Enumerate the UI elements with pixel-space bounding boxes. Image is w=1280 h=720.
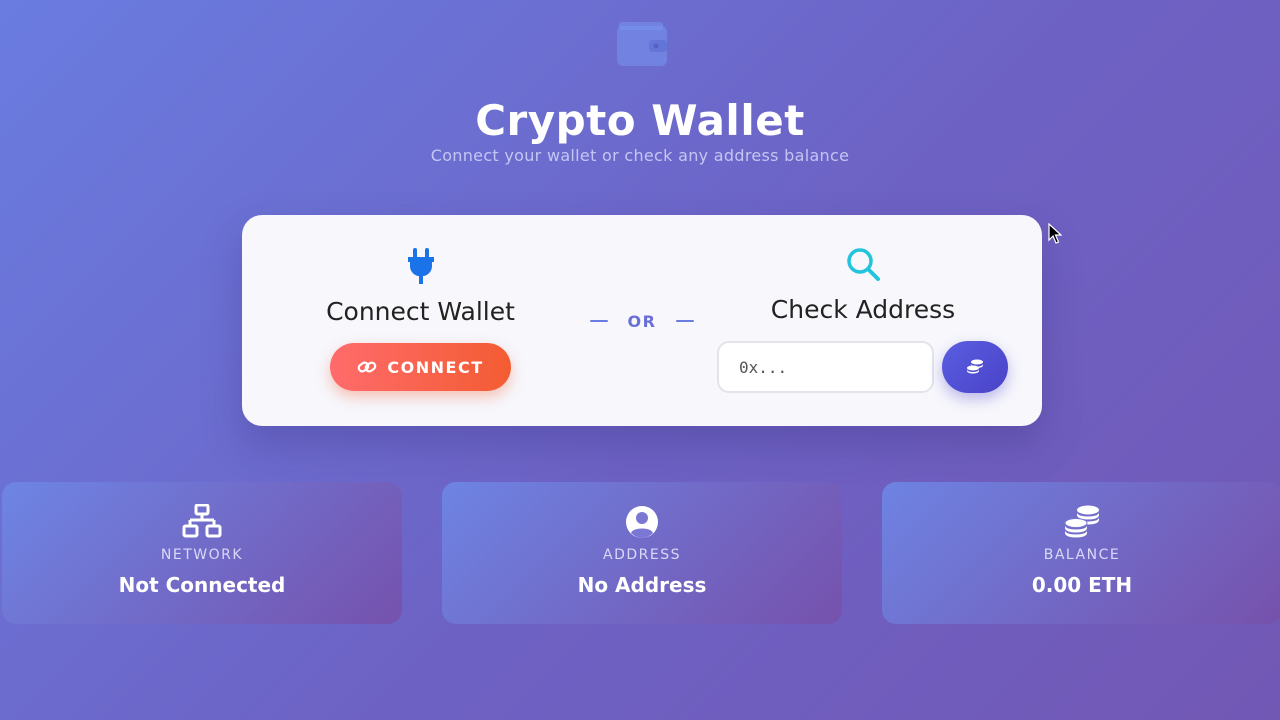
check-balance-button[interactable] <box>942 341 1008 393</box>
network-card: NETWORK Not Connected <box>2 482 402 624</box>
plug-icon <box>408 248 434 284</box>
network-label: NETWORK <box>160 547 244 563</box>
balance-card: BALANCE 0.00 ETH <box>882 482 1280 624</box>
page-subtitle: Connect your wallet or check any address… <box>430 146 850 165</box>
network-value: Not Connected <box>118 573 286 597</box>
address-label: ADDRESS <box>603 547 681 563</box>
link-icon <box>358 361 377 373</box>
page-title: Crypto Wallet <box>475 96 805 145</box>
address-input[interactable] <box>717 341 934 393</box>
connect-button-label: CONNECT <box>387 357 484 377</box>
user-circle-icon <box>626 506 658 538</box>
check-address-title: Check Address <box>770 295 956 324</box>
network-icon <box>182 504 222 538</box>
mouse-cursor-icon <box>1048 223 1062 244</box>
address-value: No Address <box>577 573 707 597</box>
connect-wallet-title: Connect Wallet <box>326 297 515 326</box>
or-divider: OR <box>590 310 694 332</box>
connect-wallet-panel: Connect Wallet CONNECT <box>312 215 529 426</box>
check-address-panel: Check Address <box>717 215 1009 426</box>
coins-icon <box>1064 505 1099 538</box>
coins-icon <box>967 359 983 374</box>
balance-label: BALANCE <box>1043 547 1121 563</box>
search-icon <box>847 248 880 281</box>
connect-button[interactable]: CONNECT <box>330 343 511 391</box>
wallet-icon <box>617 22 667 66</box>
address-card: ADDRESS No Address <box>442 482 842 624</box>
wallet-card: Connect Wallet CONNECT OR Check Address <box>242 215 1042 426</box>
balance-value: 0.00 ETH <box>1031 573 1133 597</box>
